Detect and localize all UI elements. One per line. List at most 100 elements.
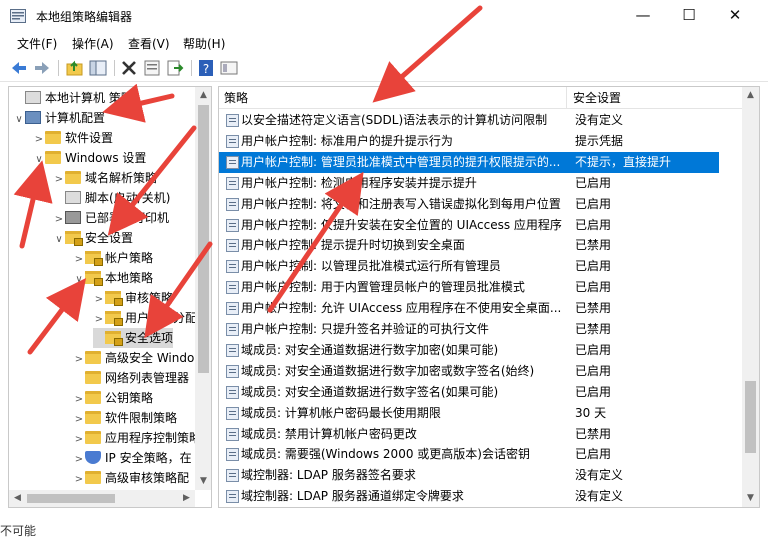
tree-item[interactable]: ∨ 安全设置 <box>53 228 133 248</box>
chevron-right-icon[interactable]: > <box>73 450 85 470</box>
policy-row[interactable]: 用户帐户控制: 管理员批准模式中管理员的提升权限提示的... 不提示，直接提升 <box>219 151 719 173</box>
policy-row[interactable]: 用户帐户控制: 允许 UIAccess 应用程序在不使用安全桌面... 已禁用 <box>219 298 743 319</box>
scroll-left-icon[interactable]: ◀ <box>9 490 26 507</box>
policy-setting-value: 30 天 <box>575 405 607 420</box>
tree-item[interactable]: ∨ 本地策略 <box>73 268 153 288</box>
chevron-down-icon[interactable]: ∨ <box>33 150 45 170</box>
menu-action[interactable]: 操作(A) <box>72 35 114 52</box>
list-scroll-thumb[interactable] <box>745 381 756 453</box>
tree-item[interactable]: 网络列表管理器 <box>73 368 189 388</box>
minimize-button[interactable]: — <box>620 0 666 30</box>
tree-item-label: 公钥策略 <box>105 391 154 405</box>
chevron-right-icon[interactable]: > <box>73 410 85 430</box>
policy-setting-icon <box>226 134 239 148</box>
menu-bar: 文件(F) 操作(A) 查看(V) 帮助(H) <box>0 32 768 54</box>
scroll-down-icon[interactable]: ▼ <box>195 473 211 490</box>
help-icon[interactable]: ? <box>197 59 215 77</box>
close-button[interactable]: ✕ <box>712 0 758 30</box>
column-header-policy[interactable]: 策略 <box>219 87 567 109</box>
column-header-security-setting[interactable]: 安全设置 <box>568 87 718 109</box>
policy-name: 域成员: 需要强(Windows 2000 或更高版本)会话密钥 <box>241 447 530 462</box>
scroll-down-icon[interactable]: ▼ <box>742 490 759 507</box>
tree-item[interactable]: > 高级安全 Windows <box>73 348 210 368</box>
tree-hscroll-thumb[interactable] <box>27 494 115 503</box>
policy-name: 用户帐户控制: 将文件和注册表写入错误虚拟化到每用户位置 <box>241 196 561 211</box>
tree-item[interactable]: 安全选项 <box>93 328 174 348</box>
policy-row[interactable]: 用户帐户控制: 用于内置管理员帐户的管理员批准模式 已启用 <box>219 277 743 298</box>
chevron-down-icon[interactable]: ∨ <box>53 230 65 250</box>
policy-name: 域成员: 对安全通道数据进行数字加密或数字签名(始终) <box>241 363 535 378</box>
chevron-right-icon[interactable]: > <box>73 390 85 410</box>
chevron-right-icon[interactable]: > <box>73 470 85 490</box>
console-tree[interactable]: 本地计算机 策略 ∨ 计算机配置 > 软件设置 ∨ Windows 设置 > 域名解析策略 脚本(… <box>8 86 212 508</box>
view-icon[interactable] <box>220 59 238 77</box>
menu-help[interactable]: 帮助(H) <box>183 35 225 52</box>
chevron-right-icon[interactable]: > <box>93 310 105 330</box>
policy-setting-value: 已启用 <box>575 217 612 232</box>
menu-view[interactable]: 查看(V) <box>128 35 170 52</box>
tree-item[interactable]: > 帐户策略 <box>73 248 153 268</box>
back-icon[interactable] <box>10 59 28 77</box>
policy-row[interactable]: 域成员: 对安全通道数据进行数字加密(如果可能) 已启用 <box>219 340 743 361</box>
tree-item[interactable]: > 高级审核策略配 <box>73 468 189 488</box>
scroll-right-icon[interactable]: ▶ <box>178 490 195 507</box>
list-vertical-scrollbar[interactable]: ▲ ▼ <box>742 87 759 507</box>
tree-item-label: 高级审核策略配 <box>105 471 190 485</box>
tree-item[interactable]: ∨ 计算机配置 <box>13 108 105 128</box>
policy-row[interactable]: 用户帐户控制: 将文件和注册表写入错误虚拟化到每用户位置 已启用 <box>219 194 743 215</box>
tree-item-label: 本地计算机 策略 <box>45 91 133 105</box>
tree-item[interactable]: > 已部署的打印机 <box>53 208 169 228</box>
show-hide-tree-icon[interactable] <box>89 59 107 77</box>
export-icon[interactable] <box>166 59 184 77</box>
policy-setting-icon <box>226 260 239 274</box>
menu-file[interactable]: 文件(F) <box>17 35 57 52</box>
policy-row[interactable]: 用户帐户控制: 以管理员批准模式运行所有管理员 已启用 <box>219 256 743 277</box>
policy-row[interactable]: 用户帐户控制: 检测应用程序安装并提示提升 已启用 <box>219 173 743 194</box>
policy-row[interactable]: 用户帐户控制: 提示提升时切换到安全桌面 已禁用 <box>219 235 743 256</box>
maximize-button[interactable]: ☐ <box>666 0 712 30</box>
policy-row[interactable]: 域成员: 禁用计算机帐户密码更改 已禁用 <box>219 424 743 445</box>
chevron-right-icon[interactable]: > <box>73 250 85 270</box>
tree-item[interactable]: > 应用程序控制策略 <box>73 428 201 448</box>
policy-row[interactable]: 域成员: 需要强(Windows 2000 或更高版本)会话密钥 已启用 <box>219 444 743 465</box>
tree-item[interactable]: > 域名解析策略 <box>53 168 157 188</box>
scroll-up-icon[interactable]: ▲ <box>195 87 211 104</box>
chevron-right-icon[interactable]: > <box>53 170 65 190</box>
up-folder-icon[interactable] <box>66 59 84 77</box>
chevron-right-icon[interactable]: > <box>93 290 105 310</box>
policy-row[interactable]: 域成员: 对安全通道数据进行数字签名(如果可能) 已启用 <box>219 382 743 403</box>
policy-row[interactable]: 以安全描述符定义语言(SDDL)语法表示的计算机访问限制 没有定义 <box>219 110 743 131</box>
chevron-right-icon[interactable]: > <box>33 130 45 150</box>
policy-row[interactable]: 域控制器: LDAP 服务器通道绑定令牌要求 没有定义 <box>219 486 743 507</box>
delete-icon[interactable] <box>120 59 138 77</box>
policy-row[interactable]: 域控制器: LDAP 服务器签名要求 没有定义 <box>219 465 743 486</box>
tree-scroll-thumb[interactable] <box>198 105 209 373</box>
tree-item[interactable]: > IP 安全策略，在 <box>73 448 192 468</box>
chevron-down-icon[interactable]: ∨ <box>73 270 85 290</box>
tree-item[interactable]: > 公钥策略 <box>73 388 153 408</box>
tree-item[interactable]: 本地计算机 策略 <box>13 88 133 108</box>
tree-item[interactable]: > 用户权限分配 <box>93 308 197 328</box>
policy-row[interactable]: 域成员: 计算机帐户密码最长使用期限 30 天 <box>219 403 743 424</box>
properties-icon[interactable] <box>143 59 161 77</box>
forward-icon[interactable] <box>33 59 51 77</box>
policy-list[interactable]: ^ 策略 安全设置 以安全描述符定义语言(SDDL)语法表示的计算机访问限制 没有… <box>218 86 760 508</box>
chevron-down-icon[interactable]: ∨ <box>13 110 25 130</box>
chevron-right-icon[interactable]: > <box>73 430 85 450</box>
tree-item[interactable]: ∨ Windows 设置 <box>33 148 146 168</box>
chevron-right-icon[interactable]: > <box>53 210 65 230</box>
folder-lock-icon <box>105 311 123 326</box>
policy-row[interactable]: 用户帐户控制: 仅提升安装在安全位置的 UIAccess 应用程序 已启用 <box>219 215 743 236</box>
policy-row[interactable]: 用户帐户控制: 只提升签名并验证的可执行文件 已禁用 <box>219 319 743 340</box>
tree-item[interactable]: > 审核策略 <box>93 288 173 308</box>
chevron-right-icon[interactable]: > <box>73 350 85 370</box>
policy-setting-icon <box>226 427 239 441</box>
tree-vertical-scrollbar[interactable]: ▲ ▼ <box>195 87 211 490</box>
tree-item[interactable]: 脚本(启动/关机) <box>53 188 170 208</box>
tree-item[interactable]: > 软件设置 <box>33 128 113 148</box>
scroll-up-icon[interactable]: ▲ <box>742 87 759 104</box>
policy-row[interactable]: 用户帐户控制: 标准用户的提升提示行为 提示凭据 <box>219 131 743 152</box>
tree-item[interactable]: > 软件限制策略 <box>73 408 177 428</box>
tree-horizontal-scrollbar[interactable]: ◀ ▶ <box>9 490 195 507</box>
policy-row[interactable]: 域成员: 对安全通道数据进行数字加密或数字签名(始终) 已启用 <box>219 361 743 382</box>
